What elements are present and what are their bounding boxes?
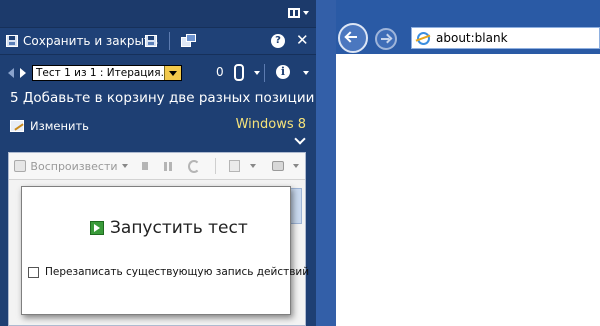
overwrite-option[interactable]: Перезаписать существующую запись действи… bbox=[28, 266, 309, 278]
save-button[interactable] bbox=[145, 35, 157, 47]
camera-icon[interactable] bbox=[271, 161, 284, 171]
start-test-label: Запустить тест bbox=[110, 218, 248, 238]
undo-button[interactable] bbox=[188, 159, 201, 173]
next-test-button[interactable] bbox=[20, 68, 26, 78]
start-test-button[interactable]: Запустить тест bbox=[90, 216, 248, 240]
action-toolbar: Воспроизвести bbox=[9, 153, 305, 180]
dock-layout-button[interactable] bbox=[288, 5, 310, 21]
test-runner-panel: Сохранить и закрыть ? ✕ Тест 1 из 1 : Ит… bbox=[0, 0, 316, 326]
play-button[interactable]: Воспроизвести bbox=[30, 160, 117, 173]
save-and-close-label: Сохранить и закрыть bbox=[23, 34, 159, 48]
start-arrow-icon bbox=[90, 221, 104, 235]
address-bar[interactable]: about:blank bbox=[411, 27, 600, 49]
play-icon bbox=[14, 160, 27, 172]
attachment-dropdown-icon[interactable] bbox=[254, 71, 260, 75]
toolbar-divider bbox=[264, 64, 265, 82]
ie-icon bbox=[417, 31, 430, 45]
start-test-dialog: Запустить тест Перезаписать существующую… bbox=[21, 186, 309, 315]
iteration-select-value: Тест 1 из 1 : Итерация... bbox=[36, 67, 171, 79]
expand-chevron-icon[interactable] bbox=[294, 133, 306, 145]
browser-frame-edge bbox=[316, 0, 336, 326]
toolbar-divider bbox=[169, 32, 170, 50]
runner-toolbar: Сохранить и закрыть ? ✕ bbox=[0, 27, 316, 55]
help-button[interactable]: ? bbox=[271, 34, 285, 48]
toolbar-divider bbox=[215, 158, 216, 174]
iteration-select[interactable]: Тест 1 из 1 : Итерация... bbox=[32, 65, 182, 81]
camera-dropdown-icon[interactable] bbox=[293, 164, 299, 168]
address-text: about:blank bbox=[436, 31, 508, 45]
save-icon bbox=[6, 35, 18, 47]
attachment-count: 0 bbox=[216, 65, 224, 79]
page-content[interactable] bbox=[336, 54, 600, 326]
chevron-down-icon bbox=[303, 11, 309, 15]
previous-test-button[interactable] bbox=[8, 68, 14, 78]
edit-icon bbox=[10, 120, 24, 132]
new-item-icon bbox=[186, 34, 196, 42]
pause-button[interactable] bbox=[164, 161, 173, 171]
info-dropdown-icon[interactable] bbox=[303, 71, 309, 75]
play-dropdown-icon[interactable] bbox=[121, 164, 128, 168]
paperclip-icon[interactable] bbox=[234, 64, 244, 81]
test-step-title: 5 Добавьте в корзину две разных позиции bbox=[10, 90, 315, 106]
info-button[interactable]: i bbox=[276, 65, 290, 79]
edit-link[interactable]: Изменить bbox=[10, 117, 89, 135]
back-button[interactable] bbox=[338, 23, 368, 53]
runner-title-bar bbox=[0, 0, 316, 27]
overwrite-label: Перезаписать существующую запись действи… bbox=[45, 266, 310, 278]
browser-window: about:blank bbox=[316, 0, 600, 326]
test-navigation-row: Тест 1 из 1 : Итерация... 0 i bbox=[0, 60, 316, 86]
stop-button[interactable] bbox=[141, 162, 149, 170]
create-bug-button[interactable] bbox=[181, 34, 196, 47]
configuration-label: Windows 8 bbox=[235, 117, 306, 132]
edit-label: Изменить bbox=[30, 119, 89, 133]
split-layout-icon bbox=[288, 8, 300, 18]
forward-button[interactable] bbox=[375, 28, 397, 50]
dropdown-arrow-icon[interactable] bbox=[164, 66, 181, 80]
save-and-close-button[interactable]: Сохранить и закрыть bbox=[6, 32, 158, 50]
close-button[interactable]: ✕ bbox=[296, 31, 309, 49]
overwrite-checkbox[interactable] bbox=[28, 266, 39, 278]
step-icon[interactable] bbox=[228, 160, 240, 172]
step-dropdown-icon[interactable] bbox=[249, 164, 256, 168]
